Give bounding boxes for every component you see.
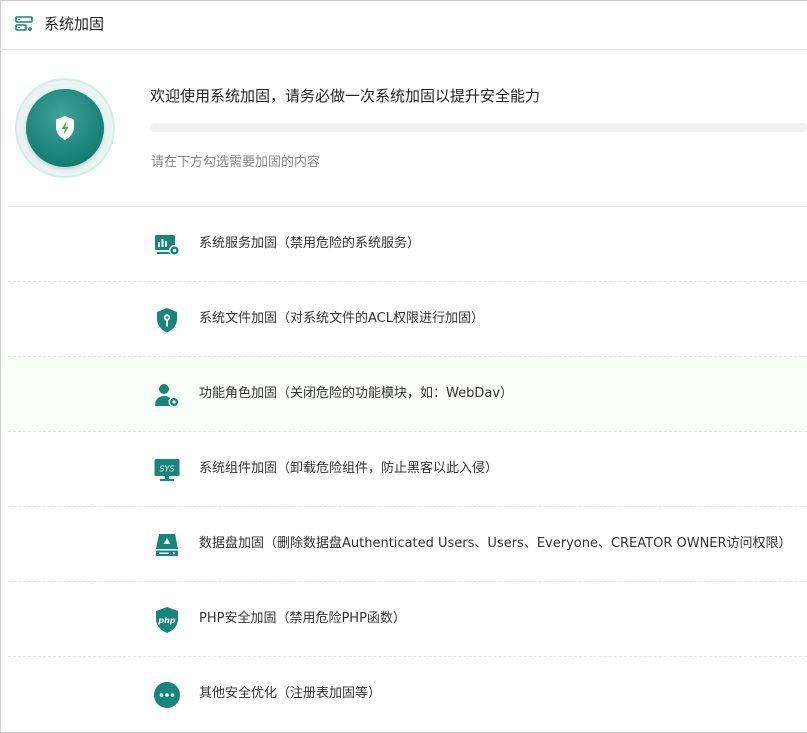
list-item-label: 系统服务加固（禁用危险的系统服务） — [199, 236, 421, 251]
list-item-php[interactable]: php PHP安全加固（禁用危险PHP函数） — [8, 582, 807, 657]
page-title: 系统加固 — [44, 15, 105, 33]
list-item-label: 数据盘加固（删除数据盘Authenticated Users、Users、Eve… — [199, 536, 792, 551]
list-item-role[interactable]: 功能角色加固（关闭危险的功能模块，如：WebDav） — [8, 357, 807, 432]
service-chart-gear-icon — [155, 235, 180, 256]
server-lock-icon — [15, 16, 33, 31]
header: 系统加固 — [0, 0, 807, 50]
list-item-other[interactable]: 其他安全优化（注册表加固等） — [8, 657, 807, 732]
hardening-list: 系统服务加固（禁用危险的系统服务） 系统文件加固（对系统文件的ACL权限进行加固… — [0, 207, 807, 732]
progress-bar — [150, 123, 807, 132]
disk-icon — [156, 534, 178, 556]
hero-subtitle: 请在下方勾选需要加固的内容 — [151, 155, 321, 170]
sys-monitor-icon: SYS — [154, 459, 180, 481]
hero-panel: 欢迎使用系统加固，请务必做一次系统加固以提升安全能力 请在下方勾选需要加固的内容 — [0, 51, 807, 206]
svg-text:php: php — [157, 616, 175, 625]
hero-title: 欢迎使用系统加固，请务必做一次系统加固以提升安全能力 — [150, 87, 541, 105]
user-gear-icon — [155, 384, 180, 408]
list-item-label: 系统组件加固（卸载危险组件，防止黑客以此入侵） — [199, 461, 499, 476]
list-item-component[interactable]: SYS 系统组件加固（卸载危险组件，防止黑客以此入侵） — [8, 432, 807, 507]
list-item-disk[interactable]: 数据盘加固（删除数据盘Authenticated Users、Users、Eve… — [8, 507, 807, 582]
list-item-service[interactable]: 系统服务加固（禁用危险的系统服务） — [8, 207, 807, 282]
list-item-label: PHP安全加固（禁用危险PHP函数） — [199, 611, 406, 626]
list-item-label: 系统文件加固（对系统文件的ACL权限进行加固） — [199, 311, 484, 326]
hero-badge — [15, 78, 115, 178]
list-item-label: 其他安全优化（注册表加固等） — [199, 686, 382, 701]
shield-bolt-icon — [56, 116, 74, 140]
php-shield-icon: php — [156, 607, 178, 633]
shield-key-icon — [157, 308, 177, 333]
list-item-file[interactable]: 系统文件加固（对系统文件的ACL权限进行加固） — [8, 282, 807, 357]
svg-text:SYS: SYS — [159, 465, 174, 474]
list-item-label: 功能角色加固（关闭危险的功能模块，如：WebDav） — [199, 386, 514, 401]
more-dots-icon — [154, 682, 180, 708]
